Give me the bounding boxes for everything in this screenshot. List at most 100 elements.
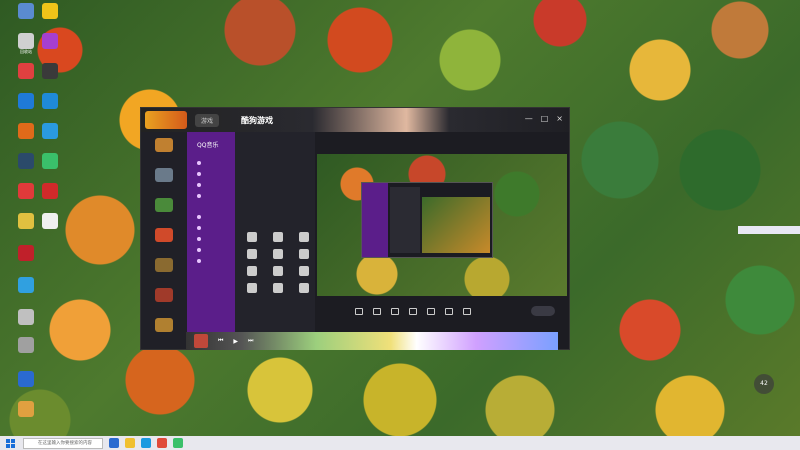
stream-preview <box>317 154 567 296</box>
source-button[interactable] <box>293 283 315 294</box>
toolbar-button[interactable] <box>427 308 435 316</box>
taskbar-search-input[interactable]: 在这里输入你要搜索的内容 <box>23 437 103 449</box>
app-icon <box>18 401 34 417</box>
close-icon[interactable]: × <box>556 114 563 123</box>
source-button[interactable] <box>293 266 315 277</box>
app-icon <box>42 213 58 229</box>
app-icon[interactable] <box>157 438 167 448</box>
live-stage <box>315 132 569 349</box>
sidebar-item[interactable] <box>197 211 235 222</box>
prev-icon[interactable]: ⏮ <box>218 337 223 345</box>
app-icon <box>42 63 58 79</box>
play-icon[interactable]: ▶ <box>233 338 238 345</box>
sidebar-item[interactable] <box>197 255 235 266</box>
desktop-icon[interactable] <box>28 212 72 244</box>
desktop-icon[interactable] <box>28 122 72 154</box>
source-button[interactable] <box>267 266 289 277</box>
source-icon <box>299 249 309 259</box>
desktop-icon[interactable] <box>28 92 72 124</box>
sidebar-item[interactable] <box>197 157 235 168</box>
next-icon[interactable]: ⏭ <box>248 337 253 345</box>
desktop-icon[interactable] <box>28 62 72 94</box>
toolbar-icon <box>445 308 453 315</box>
music-player-bar: ⏮ ▶ ⏭ <box>186 332 558 350</box>
minimize-icon[interactable]: — <box>525 114 533 123</box>
desktop-icon[interactable] <box>4 244 48 276</box>
app-icon <box>42 3 58 19</box>
app-icon-2[interactable] <box>173 438 183 448</box>
speed-ball-widget[interactable]: 42 <box>754 374 774 394</box>
desktop-icon[interactable] <box>28 32 72 64</box>
source-icon <box>273 283 283 293</box>
scene-panel <box>235 132 315 349</box>
source-button[interactable] <box>241 283 263 294</box>
sidebar-item[interactable] <box>197 179 235 190</box>
toolbar-icon <box>355 308 363 315</box>
app-icon <box>18 277 34 293</box>
source-button[interactable] <box>267 249 289 260</box>
desktop-icon[interactable] <box>4 400 48 432</box>
source-button[interactable] <box>293 249 315 260</box>
desktop-icon[interactable] <box>4 336 48 368</box>
toolbar-icon <box>391 308 399 315</box>
task-view-icon[interactable] <box>109 438 119 448</box>
windows-start-icon[interactable] <box>3 438 17 448</box>
game-item[interactable] <box>145 288 183 312</box>
game-item[interactable] <box>145 258 183 282</box>
source-button[interactable] <box>241 266 263 277</box>
game-item[interactable] <box>145 138 183 162</box>
sidebar-item[interactable] <box>197 244 235 255</box>
desktop-icon[interactable] <box>28 182 72 214</box>
source-button[interactable] <box>267 283 289 294</box>
game-icon <box>155 198 173 212</box>
bullet-icon <box>197 258 201 263</box>
brand-title: 酷狗游戏 <box>241 115 274 125</box>
source-button[interactable] <box>293 232 315 243</box>
game-list <box>141 132 187 349</box>
toolbar-button[interactable] <box>445 308 453 316</box>
desktop-icon[interactable] <box>4 370 48 402</box>
maximize-icon[interactable]: □ <box>541 114 549 123</box>
desktop-icon[interactable] <box>28 2 72 34</box>
start-live-button[interactable] <box>531 306 555 316</box>
taskbar: 在这里输入你要搜索的内容 <box>0 436 800 450</box>
source-button[interactable] <box>241 232 263 243</box>
edge-icon[interactable] <box>141 438 151 448</box>
toolbar-button[interactable] <box>373 308 381 316</box>
source-icon <box>247 249 257 259</box>
sidebar-item[interactable] <box>197 222 235 233</box>
source-icon <box>273 232 283 242</box>
toolbar-button[interactable] <box>391 308 399 316</box>
game-icon <box>155 258 173 272</box>
toolbar-icon <box>373 308 381 315</box>
sidebar: QQ音乐 <box>187 132 235 349</box>
source-button[interactable] <box>241 249 263 260</box>
game-item[interactable] <box>145 168 183 192</box>
window-controls: — □ × <box>525 114 563 123</box>
app-logo <box>145 111 187 129</box>
tab-games[interactable]: 游戏 <box>195 113 220 127</box>
toolbar-button[interactable] <box>463 308 471 316</box>
bullet-icon <box>197 236 201 241</box>
sidebar-item[interactable] <box>197 233 235 244</box>
explorer-icon[interactable] <box>125 438 135 448</box>
game-item[interactable] <box>145 228 183 252</box>
source-button[interactable] <box>267 232 289 243</box>
source-icon <box>247 232 257 242</box>
sidebar-item[interactable] <box>197 190 235 201</box>
toolbar-button[interactable] <box>409 308 417 316</box>
desktop-icon[interactable] <box>28 152 72 184</box>
source-icon <box>247 283 257 293</box>
sidebar-title: QQ音乐 <box>197 142 219 149</box>
source-icon <box>273 266 283 276</box>
toolbar-button[interactable] <box>355 308 363 316</box>
app-icon <box>42 93 58 109</box>
album-cover[interactable] <box>194 334 208 348</box>
game-item[interactable] <box>145 198 183 222</box>
source-icon <box>273 249 283 259</box>
desktop-icon[interactable] <box>4 276 48 308</box>
sidebar-item[interactable] <box>197 168 235 179</box>
game-icon <box>155 228 173 242</box>
game-item[interactable] <box>145 318 183 342</box>
source-icon <box>247 266 257 276</box>
